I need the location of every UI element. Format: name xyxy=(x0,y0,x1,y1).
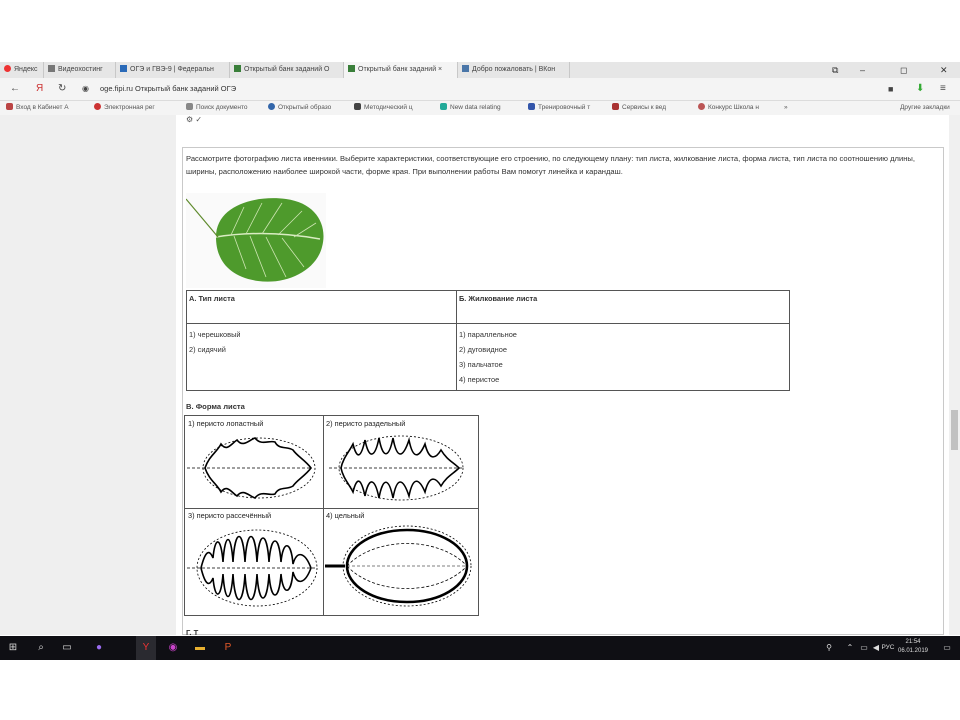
form-caption-2: 2) перисто раздельный xyxy=(326,419,406,428)
clock[interactable]: 21:54 06.01.2019 xyxy=(894,638,932,656)
tab-vk[interactable]: Добро пожаловать | ВКон xyxy=(458,62,570,78)
people-icon[interactable]: ⚲ xyxy=(822,636,836,660)
col-b-header: Б. Жилкование листа xyxy=(456,290,790,324)
scrollbar-thumb[interactable] xyxy=(951,410,958,450)
minimize-button[interactable]: ‒ xyxy=(860,62,865,78)
tab-bar: Яндекс Видеохостинг ОГЭ и ГВЭ-9 | Федера… xyxy=(0,62,960,78)
tabs-icon[interactable]: ⧉ xyxy=(832,62,838,78)
bookmark-item[interactable]: Электронная рег xyxy=(94,101,155,115)
tab-fipi[interactable]: ОГЭ и ГВЭ-9 | Федеральн xyxy=(116,62,230,78)
yandex-browser-icon[interactable]: Y xyxy=(136,636,156,660)
task-tools-icon[interactable]: ⚙ ✓ xyxy=(186,115,202,124)
col-a-item: 1) черешковый xyxy=(189,330,241,339)
vk-icon xyxy=(462,65,469,72)
pinnately-dissected-leaf-drawing xyxy=(187,529,318,607)
form-caption-4: 4) цельный xyxy=(326,511,365,520)
notifications-icon[interactable]: ▭ xyxy=(940,636,954,660)
close-button[interactable]: ✕ xyxy=(940,62,948,78)
bookmark-item[interactable]: Вход в Кабинет А xyxy=(6,101,69,115)
leaf-forms-grid: 1) перисто лопастный 2) перисто раздельн… xyxy=(184,415,479,616)
left-sidebar xyxy=(0,115,176,635)
taskbar: ⊞ ⌕ ▭ ● Y ◉ ▬ P ⚲ ⌃ ▭ ◀ РУС 21:54 06.01.… xyxy=(0,636,960,660)
bookmark-item[interactable]: New data relating xyxy=(440,101,501,115)
file-explorer-icon[interactable]: ▬ xyxy=(190,636,210,660)
bookmark-item[interactable]: Сервисы к вед xyxy=(612,101,666,115)
leaf-photo xyxy=(186,193,326,288)
bookmark-item[interactable]: Тренировочный т xyxy=(528,101,590,115)
bookmark-item[interactable]: Поиск документо xyxy=(186,101,248,115)
page-icon xyxy=(48,65,55,72)
yandex-icon xyxy=(4,65,11,72)
tab-bank-2[interactable]: Открытый банк заданий × xyxy=(344,62,458,78)
site-icon xyxy=(234,65,241,72)
download-icon[interactable]: ⬇ xyxy=(916,78,924,100)
characteristics-table: А. Тип листа Б. Жилкование листа 1) чере… xyxy=(186,290,790,391)
powerpoint-icon[interactable]: P xyxy=(218,636,238,660)
col-b-item: 3) пальчатое xyxy=(459,360,503,369)
tab-bank-1[interactable]: Открытый банк заданий О xyxy=(230,62,344,78)
assistant-icon[interactable]: ● xyxy=(90,636,108,660)
form-caption-1: 1) перисто лопастный xyxy=(188,419,264,428)
bookmark-icon[interactable]: ■ xyxy=(888,78,893,100)
bookmark-item[interactable]: Конкурс Школа н xyxy=(698,101,759,115)
app-icon[interactable]: ◉ xyxy=(163,636,183,660)
tab-video[interactable]: Видеохостинг xyxy=(44,62,116,78)
col-a-header: А. Тип листа xyxy=(186,290,457,324)
form-caption-3: 3) перисто рассечённый xyxy=(188,511,272,520)
reload-button[interactable]: ↻ xyxy=(58,78,66,100)
site-icon xyxy=(120,65,127,72)
windows-icon[interactable]: ⊞ xyxy=(4,636,22,660)
entire-leaf-drawing xyxy=(325,525,472,607)
site-icon xyxy=(348,65,355,72)
pinnately-lobed-leaf-drawing xyxy=(187,437,316,499)
menu-icon[interactable]: ≡ xyxy=(940,78,946,100)
search-icon[interactable]: ⌕ xyxy=(32,636,50,660)
clock-date: 06.01.2019 xyxy=(897,648,929,654)
lock-icon: ◉ xyxy=(82,84,89,93)
address-bar: ← Я ↻ ◉ oge.fipi.ru Открытый банк задани… xyxy=(0,78,960,101)
col-b-item: 2) дуговидное xyxy=(459,345,507,354)
network-icon[interactable]: ▭ xyxy=(858,636,870,660)
pinnately-parted-leaf-drawing xyxy=(329,435,464,501)
tray-arrow-icon[interactable]: ⌃ xyxy=(844,636,856,660)
back-button[interactable]: ← xyxy=(10,78,20,100)
yandex-button[interactable]: Я xyxy=(36,78,43,100)
maximize-button[interactable]: ◻ xyxy=(900,62,907,78)
more-bookmarks-icon[interactable]: » xyxy=(784,101,788,115)
tab-yandex[interactable]: Яндекс xyxy=(0,62,44,78)
bookmarks-bar: Вход в Кабинет А Электронная рег Поиск д… xyxy=(0,101,960,116)
task-view-icon[interactable]: ▭ xyxy=(58,636,76,660)
bookmark-item[interactable]: Открытый образо xyxy=(268,101,331,115)
col-a-item: 2) сидячий xyxy=(189,345,226,354)
form-section-title: В. Форма листа xyxy=(186,402,245,411)
bookmark-item[interactable]: Методический ц xyxy=(354,101,413,115)
col-b-item: 1) параллельное xyxy=(459,330,517,339)
other-bookmarks[interactable]: Другие закладки xyxy=(900,101,950,115)
col-b-item: 4) перистое xyxy=(459,375,500,384)
task-prompt: Рассмотрите фотографию листа ивенники. В… xyxy=(186,154,915,176)
scrollbar[interactable] xyxy=(949,115,960,635)
url-field[interactable]: oge.fipi.ru Открытый банк заданий ОГЭ xyxy=(100,82,900,96)
clock-time: 21:54 xyxy=(905,639,921,645)
